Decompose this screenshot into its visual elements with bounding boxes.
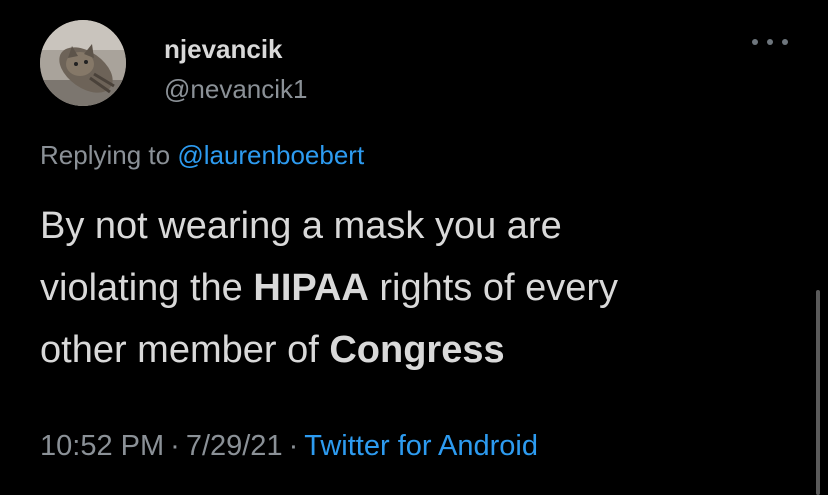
user-handle[interactable]: @nevancik1	[164, 74, 307, 105]
tweet-time[interactable]: 10:52 PM	[40, 430, 164, 462]
more-options-icon[interactable]	[752, 30, 788, 54]
tweet-text: By not wearing a mask you are violating …	[40, 195, 760, 381]
meta-separator: ·	[170, 430, 180, 462]
tweet-text-segment: other member of	[40, 329, 330, 371]
cat-avatar-icon	[40, 20, 126, 106]
tweet-source-link[interactable]: Twitter for Android	[304, 430, 538, 462]
more-dot	[782, 39, 788, 45]
meta-separator: ·	[288, 430, 299, 462]
tweet-line-1: By not wearing a mask you are	[40, 205, 562, 247]
tweet-bold-hipaa: HIPAA	[253, 267, 369, 309]
tweet-text-segment: rights of every	[368, 267, 619, 309]
tweet-line-3: other member of Congress	[40, 319, 760, 381]
more-dot	[752, 39, 758, 45]
tweet-meta: 10:52 PM · 7/29/21 · Twitter for Android	[40, 430, 538, 463]
mention-link[interactable]: @laurenboebert	[177, 140, 364, 170]
scrollbar[interactable]	[816, 290, 820, 495]
replying-to: Replying to @laurenboebert	[40, 140, 364, 171]
more-dot	[767, 39, 773, 45]
display-name[interactable]: njevancik	[164, 34, 283, 65]
tweet-date[interactable]: 7/29/21	[186, 430, 283, 462]
tweet-text-segment: violating the	[40, 267, 254, 309]
tweet-bold-congress: Congress	[329, 329, 505, 371]
tweet-line-2: violating the HIPAA rights of every	[40, 257, 760, 319]
replying-prefix: Replying to	[40, 140, 171, 170]
avatar[interactable]	[40, 20, 126, 106]
